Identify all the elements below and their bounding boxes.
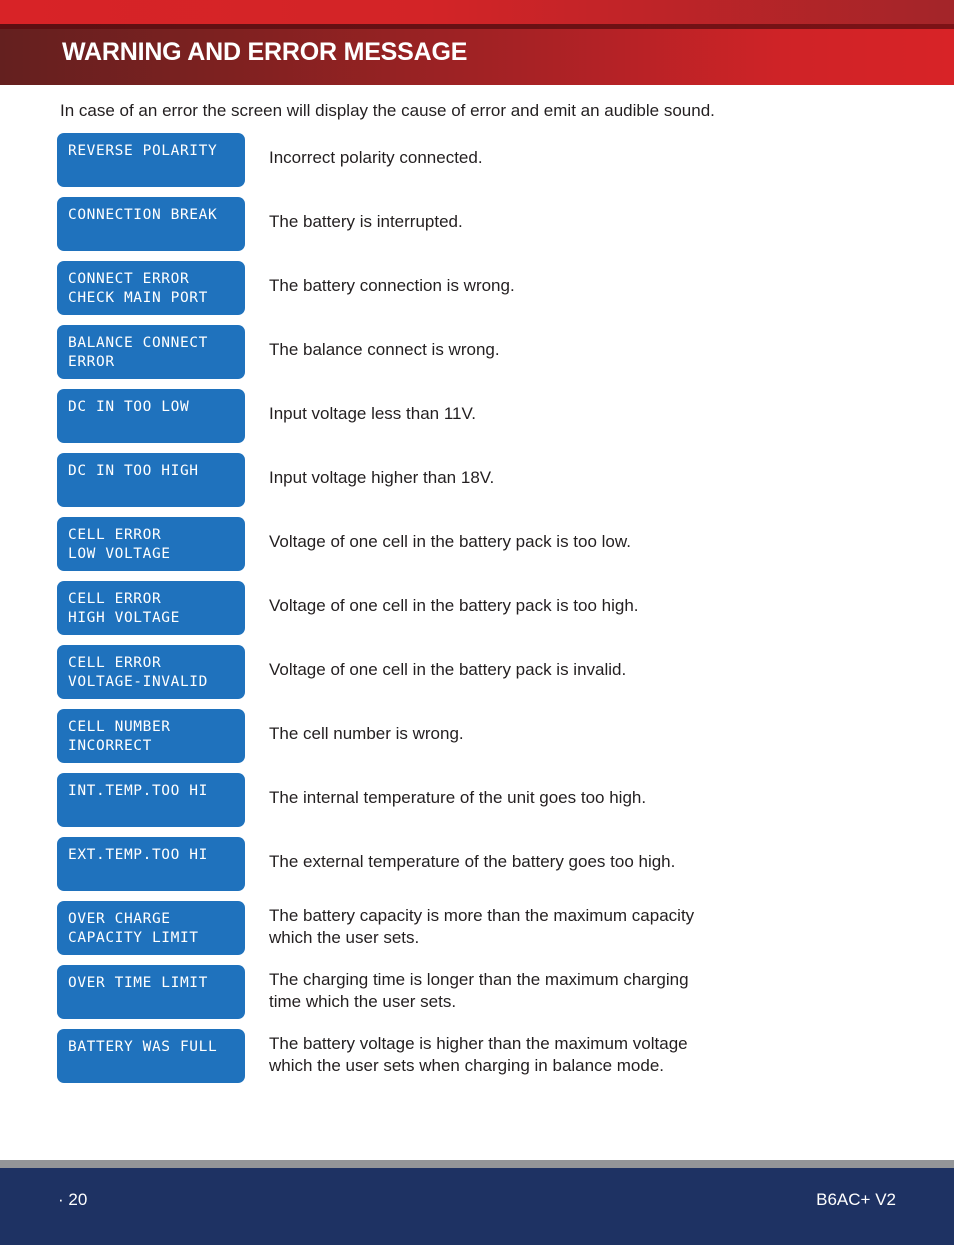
page-title: WARNING AND ERROR MESSAGE	[62, 38, 468, 66]
error-description-line: The external temperature of the battery …	[269, 852, 676, 871]
error-description-line: Voltage of one cell in the battery pack …	[269, 532, 631, 551]
error-description-line: The charging time is longer than the max…	[269, 970, 689, 989]
lcd-code-line: OVER TIME LIMIT	[68, 975, 208, 991]
lcd-code-line: DC IN TOO LOW	[68, 399, 190, 415]
error-description-line: The cell number is wrong.	[269, 724, 464, 743]
lcd-code-line: CELL ERROR	[68, 591, 162, 607]
error-description: Input voltage less than 11V.	[245, 389, 907, 425]
top-accent-strip	[0, 0, 954, 24]
error-description-line: Incorrect polarity connected.	[269, 148, 483, 167]
error-description: Voltage of one cell in the battery pack …	[245, 645, 907, 681]
lcd-code-line: ERROR	[68, 354, 115, 370]
lcd-code-line: INT.TEMP.TOO HI	[68, 783, 208, 799]
product-model: B6AC+ V2	[816, 1190, 896, 1209]
lcd-error-code: DC IN TOO HIGH	[57, 453, 245, 507]
lcd-error-code: REVERSE POLARITY	[57, 133, 245, 187]
lcd-code-line: LOW VOLTAGE	[68, 546, 171, 562]
error-description: Voltage of one cell in the battery pack …	[245, 581, 907, 617]
error-description: The internal temperature of the unit goe…	[245, 773, 907, 809]
error-row: OVER CHARGE CAPACITY LIMIT The battery cap…	[57, 901, 907, 955]
lcd-error-code: OVER TIME LIMIT	[57, 965, 245, 1019]
lcd-code-line: CONNECTION BREAK	[68, 207, 218, 223]
error-row: CELL NUMBER INCORRECT The cell number is w…	[57, 709, 907, 763]
error-row: INT.TEMP.TOO HI The internal temperature …	[57, 773, 907, 827]
page-footer: · 20 B6AC+ V2	[0, 1168, 954, 1245]
error-description-line: Voltage of one cell in the battery pack …	[269, 660, 627, 679]
error-description-line: The balance connect is wrong.	[269, 340, 500, 359]
error-description-line: Voltage of one cell in the battery pack …	[269, 596, 639, 615]
error-description-line: which the user sets when charging in bal…	[269, 1056, 665, 1075]
error-description-line: The battery capacity is more than the ma…	[269, 906, 695, 925]
lcd-error-code: CELL ERROR VOLTAGE-INVALID	[57, 645, 245, 699]
lcd-code-line: INCORRECT	[68, 738, 152, 754]
lcd-error-code: CELL NUMBER INCORRECT	[57, 709, 245, 763]
error-row: CONNECT ERROR CHECK MAIN PORT The battery …	[57, 261, 907, 315]
lcd-error-code: CONNECTION BREAK	[57, 197, 245, 251]
lcd-error-code: CONNECT ERROR CHECK MAIN PORT	[57, 261, 245, 315]
lcd-code-line: CONNECT ERROR	[68, 271, 190, 287]
error-description-line: which the user sets.	[269, 928, 420, 947]
error-row: REVERSE POLARITY Incorrect polarity conne…	[57, 133, 907, 187]
lcd-code-line: REVERSE POLARITY	[68, 143, 218, 159]
error-row: CELL ERROR LOW VOLTAGE Voltage of one cell…	[57, 517, 907, 571]
lcd-code-line: CELL ERROR	[68, 655, 162, 671]
lcd-error-code: BALANCE CONNECT ERROR	[57, 325, 245, 379]
page-number: · 20	[58, 1190, 88, 1209]
lcd-code-line: DC IN TOO HIGH	[68, 463, 199, 479]
error-description: The charging time is longer than the max…	[245, 965, 907, 1013]
error-row: EXT.TEMP.TOO HI The external temperature …	[57, 837, 907, 891]
error-row: BALANCE CONNECT ERROR The balance connect …	[57, 325, 907, 379]
error-row: OVER TIME LIMIT The charging time is long…	[57, 965, 907, 1019]
error-description: The balance connect is wrong.	[245, 325, 907, 361]
lcd-error-code: BATTERY WAS FULL	[57, 1029, 245, 1083]
lcd-code-line: VOLTAGE-INVALID	[68, 674, 208, 690]
error-description-line: The battery is interrupted.	[269, 212, 463, 231]
footer-rule	[0, 1160, 954, 1168]
error-description: Voltage of one cell in the battery pack …	[245, 517, 907, 553]
error-description-line: The battery voltage is higher than the m…	[269, 1034, 688, 1053]
lcd-code-line: BATTERY WAS FULL	[68, 1039, 218, 1055]
lcd-code-line: CAPACITY LIMIT	[68, 930, 199, 946]
error-row: CELL ERROR HIGH VOLTAGE Voltage of one cel…	[57, 581, 907, 635]
error-description: The battery voltage is higher than the m…	[245, 1029, 907, 1077]
error-list: REVERSE POLARITY Incorrect polarity conne…	[57, 133, 907, 1093]
error-row: CONNECTION BREAK The battery is interrupt…	[57, 197, 907, 251]
lcd-code-line: EXT.TEMP.TOO HI	[68, 847, 208, 863]
lcd-error-code: CELL ERROR LOW VOLTAGE	[57, 517, 245, 571]
error-description: The battery connection is wrong.	[245, 261, 907, 297]
lcd-error-code: DC IN TOO LOW	[57, 389, 245, 443]
error-description: The cell number is wrong.	[245, 709, 907, 745]
error-description: The battery capacity is more than the ma…	[245, 901, 907, 949]
lcd-code-line: BALANCE CONNECT	[68, 335, 208, 351]
error-description: The battery is interrupted.	[245, 197, 907, 233]
error-row: DC IN TOO HIGH Input voltage higher than …	[57, 453, 907, 507]
lcd-code-line: HIGH VOLTAGE	[68, 610, 180, 626]
lcd-code-line: CELL NUMBER	[68, 719, 171, 735]
error-description-line: The internal temperature of the unit goe…	[269, 788, 647, 807]
lcd-error-code: CELL ERROR HIGH VOLTAGE	[57, 581, 245, 635]
error-description-line: time which the user sets.	[269, 992, 457, 1011]
error-row: CELL ERROR VOLTAGE-INVALID Voltage of one …	[57, 645, 907, 699]
error-row: BATTERY WAS FULL The battery voltage is h…	[57, 1029, 907, 1083]
error-description: Incorrect polarity connected.	[245, 133, 907, 169]
error-description: The external temperature of the battery …	[245, 837, 907, 873]
lcd-code-line: OVER CHARGE	[68, 911, 171, 927]
error-description-line: Input voltage higher than 18V.	[269, 468, 495, 487]
content-area: In case of an error the screen will disp…	[0, 85, 954, 1160]
error-description-line: Input voltage less than 11V.	[269, 404, 476, 423]
lcd-error-code: OVER CHARGE CAPACITY LIMIT	[57, 901, 245, 955]
lcd-code-line: CHECK MAIN PORT	[68, 290, 208, 306]
lcd-error-code: INT.TEMP.TOO HI	[57, 773, 245, 827]
lcd-error-code: EXT.TEMP.TOO HI	[57, 837, 245, 891]
intro-paragraph: In case of an error the screen will disp…	[60, 101, 715, 120]
lcd-code-line: CELL ERROR	[68, 527, 162, 543]
error-row: DC IN TOO LOW Input voltage less than 11V…	[57, 389, 907, 443]
error-description: Input voltage higher than 18V.	[245, 453, 907, 489]
error-description-line: The battery connection is wrong.	[269, 276, 515, 295]
